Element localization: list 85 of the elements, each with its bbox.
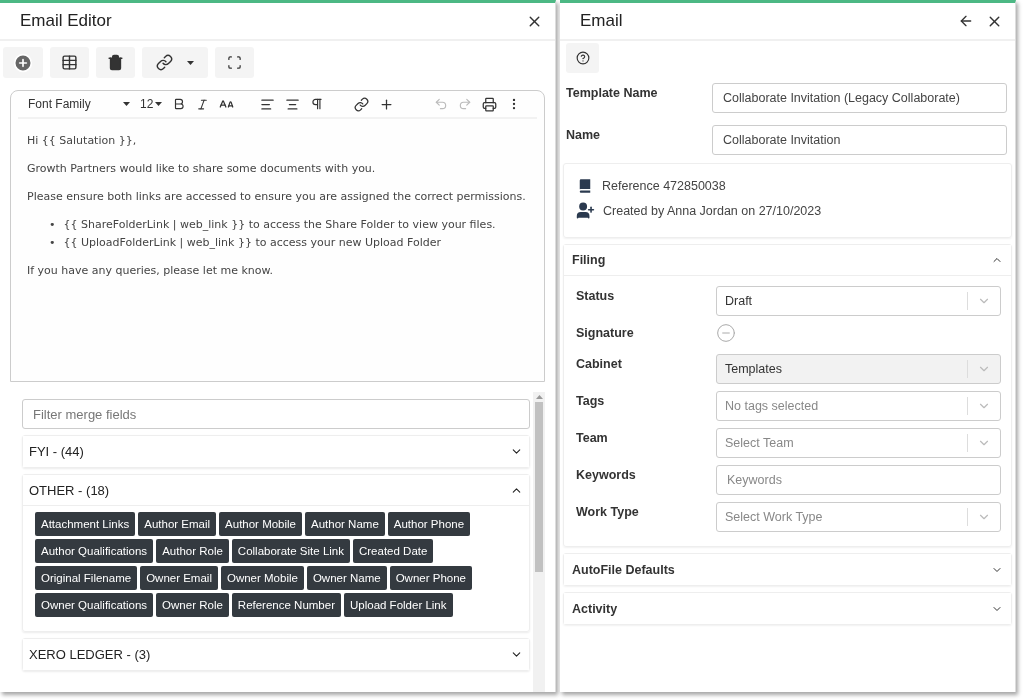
field-label: Cabinet (576, 356, 623, 371)
text-field[interactable]: Collaborate Invitation (Legacy Collaborate) (712, 83, 1007, 113)
info-text: Created by Anna Jordan on 27/10/2023 (603, 203, 822, 218)
panel-title: Email Editor (20, 11, 112, 31)
bullet-marker: • (49, 235, 56, 251)
merge-field-chip[interactable]: Author Mobile (219, 512, 303, 536)
table-icon (61, 54, 78, 71)
fullscreen-button[interactable] (215, 47, 254, 78)
book-icon (576, 177, 594, 195)
merge-field-chip[interactable]: Owner Role (156, 593, 229, 617)
bullet-item: {{ UploadFolderLink | web_link }} to access your new Upload Folder (63, 235, 442, 251)
align-left-icon (260, 96, 276, 112)
link-icon (156, 54, 173, 71)
merge-field-chip[interactable]: Owner Email (140, 566, 218, 590)
font-size-dropdown[interactable]: 12 (136, 97, 167, 111)
panel-title: Email (580, 11, 623, 31)
link-button[interactable] (142, 47, 208, 78)
group-header[interactable]: XERO LEDGER - (3) (23, 639, 529, 670)
caret-icon (123, 102, 130, 106)
help-icon (575, 51, 590, 65)
field-label: Team (576, 430, 609, 445)
select-field[interactable]: Select Work Type (716, 502, 1001, 532)
merge-field-chip[interactable]: Created Date (353, 539, 434, 563)
pilcrow-icon (310, 97, 325, 111)
scrollbar[interactable] (533, 392, 545, 692)
field-label: Tags (576, 393, 606, 408)
delete-button[interactable] (96, 47, 135, 78)
merge-field-chip[interactable]: Attachment Links (35, 512, 136, 536)
bullet-item: {{ ShareFolderLink | web_link }} to access the Share Folder to view your files. (63, 217, 496, 233)
field-label: Status (576, 288, 616, 303)
text-field[interactable]: Collaborate Invitation (712, 125, 1007, 155)
add-button[interactable] (3, 47, 43, 78)
select-field[interactable]: No tags selected (716, 391, 1001, 421)
input-field[interactable]: Keywords (716, 465, 1001, 495)
section-header[interactable]: AutoFile Defaults (564, 554, 1011, 585)
link-icon (354, 96, 370, 112)
merge-field-chip[interactable]: Author Email (138, 512, 217, 536)
merge-field-chip[interactable]: Author Name (305, 512, 385, 536)
italic-icon (196, 97, 210, 111)
field-label: Template Name (566, 85, 659, 100)
field-label: Work Type (576, 504, 640, 519)
help-button[interactable] (566, 43, 599, 73)
body-paragraph: Hi {{ Salutation }}, (27, 133, 138, 149)
undo-icon (434, 97, 449, 111)
section-header[interactable]: Filing (564, 245, 1011, 276)
editor-box[interactable] (10, 90, 545, 382)
merge-field-chip[interactable]: Owner Mobile (220, 566, 304, 590)
merge-field-chip[interactable]: Collaborate Site Link (231, 539, 350, 563)
merge-field-chip[interactable]: Reference Number (231, 593, 341, 617)
filter-field[interactable]: Filter merge fields (22, 399, 530, 429)
caret-icon (187, 60, 194, 65)
add-user-icon (576, 201, 595, 220)
merge-field-chip[interactable]: Author Role (156, 539, 229, 563)
printer-icon (482, 96, 498, 112)
field-label: Name (566, 127, 602, 142)
merge-field-chip[interactable]: Author Qualifications (35, 539, 154, 563)
field-label: Signature (576, 325, 635, 340)
group-header[interactable]: OTHER - (18) (23, 475, 529, 506)
group-header[interactable]: FYI - (44) (23, 436, 529, 467)
info-text: Reference 472850038 (602, 179, 726, 193)
select-field[interactable]: Draft (716, 286, 1001, 316)
plus-icon (379, 96, 395, 112)
merge-field-chip[interactable]: Owner Phone (389, 566, 472, 590)
redo-icon (458, 97, 473, 111)
plus-circle-icon (13, 52, 33, 73)
caret-icon (155, 102, 163, 106)
fullscreen-icon (227, 55, 242, 70)
field-label: Keywords (576, 467, 637, 482)
font-family-dropdown[interactable]: Font Family (24, 97, 134, 111)
bullet-marker: • (49, 217, 56, 233)
align-center-icon (285, 96, 301, 112)
bold-icon (172, 97, 187, 111)
section-header[interactable]: Activity (564, 593, 1011, 624)
trash-icon (107, 54, 124, 71)
body-paragraph: Please ensure both links are accessed to ensure you are assigned the correct permissions. (27, 189, 527, 205)
caret-icon (535, 395, 543, 399)
merge-field-chip[interactable]: Author Phone (387, 512, 471, 536)
body-paragraph: If you have any queries, please let me know. (27, 263, 275, 279)
merge-field-chip[interactable]: Owner Qualifications (35, 593, 154, 617)
select-field[interactable]: Select Team (716, 428, 1001, 458)
table-button[interactable] (50, 47, 89, 78)
merge-field-chip[interactable]: Upload Folder Link (344, 593, 453, 617)
body-paragraph: Growth Partners would like to share some documents with you. (27, 161, 377, 177)
merge-field-chip[interactable]: Owner Name (306, 566, 387, 590)
merge-field-chip[interactable]: Original Filename (35, 566, 138, 590)
